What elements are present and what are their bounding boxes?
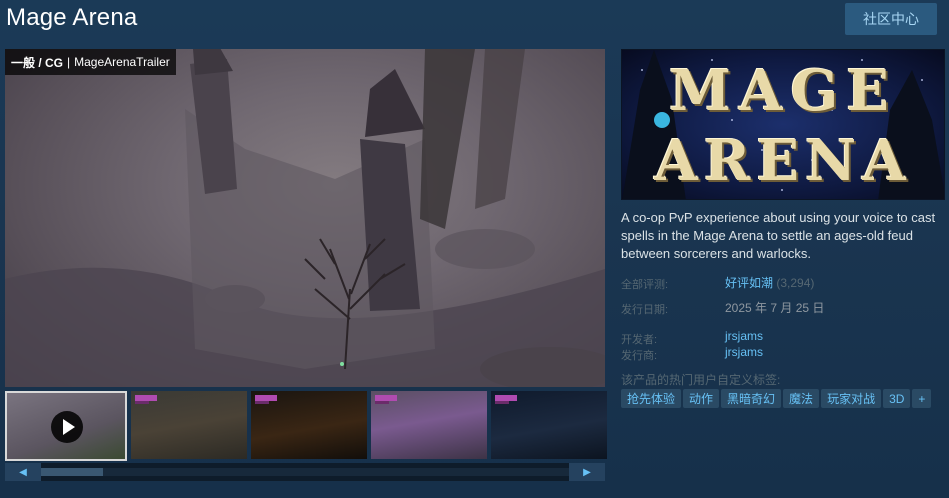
- tag-action[interactable]: 动作: [683, 389, 720, 408]
- thumbnail-scrollbar[interactable]: ◀ ▶: [5, 463, 605, 481]
- developer-link[interactable]: jrsjams: [725, 329, 763, 343]
- media-thumbnail-strip: [5, 391, 607, 461]
- reviews-count: (3,294): [776, 276, 815, 290]
- publisher-link[interactable]: jrsjams: [725, 345, 763, 359]
- game-description: A co-op PvP experience about using your …: [621, 210, 936, 261]
- capsule-logo-line2: ARENA: [654, 128, 912, 194]
- reviews-value[interactable]: 好评如潮: [725, 276, 773, 290]
- publisher-label: 发行商:: [621, 350, 658, 362]
- hud-bar: [375, 401, 389, 404]
- tag-early-access[interactable]: 抢先体验: [621, 389, 682, 408]
- hud-bar: [135, 401, 149, 404]
- video-caption: 一般 / CG | MageArenaTrailer: [5, 49, 176, 75]
- capsule-logo-line1: MAGE: [669, 58, 897, 124]
- scroll-right-arrow-icon[interactable]: ▶: [569, 463, 605, 481]
- thumbnail-trailer[interactable]: [5, 391, 127, 461]
- reviews-label: 全部评测:: [621, 279, 669, 291]
- developer-label: 开发者:: [621, 334, 658, 346]
- tag-add-button[interactable]: +: [912, 389, 932, 408]
- thumbnail-screenshot[interactable]: [251, 391, 367, 459]
- thumbnail-screenshot[interactable]: [131, 391, 247, 459]
- tag-pvp[interactable]: 玩家对战: [821, 389, 882, 408]
- tag-3d[interactable]: 3D: [883, 389, 911, 408]
- scroll-handle[interactable]: [41, 468, 103, 476]
- reviews-summary[interactable]: 好评如潮 (3,294): [725, 274, 814, 291]
- thumbnail-screenshot[interactable]: [371, 391, 487, 459]
- game-title: Mage Arena: [6, 4, 138, 31]
- game-capsule-image: MAGE ARENA: [621, 49, 945, 200]
- caption-separator: |: [67, 55, 71, 69]
- hud-bar: [495, 401, 509, 404]
- tag-dark-fantasy[interactable]: 黑暗奇幻: [721, 389, 782, 408]
- trailer-video-player[interactable]: 一般 / CG | MageArenaTrailer: [5, 49, 605, 387]
- caption-video-name: MageArenaTrailer: [74, 55, 170, 69]
- trailer-scene: [5, 49, 605, 387]
- thumbnail-screenshot[interactable]: [491, 391, 607, 459]
- tag-list: 抢先体验 动作 黑暗奇幻 魔法 玩家对战 3D +: [621, 389, 932, 408]
- community-hub-button[interactable]: 社区中心: [845, 3, 937, 35]
- scroll-track[interactable]: [41, 468, 569, 476]
- hud-bar: [255, 401, 269, 404]
- tags-label: 该产品的热门用户自定义标签:: [621, 373, 781, 387]
- release-date-value: 2025 年 7 月 25 日: [725, 301, 825, 315]
- tag-magic[interactable]: 魔法: [783, 389, 820, 408]
- play-icon: [51, 411, 83, 443]
- release-date-label: 发行日期:: [621, 304, 669, 316]
- caption-category: 一般 / CG: [11, 55, 64, 70]
- scroll-left-arrow-icon[interactable]: ◀: [5, 463, 41, 481]
